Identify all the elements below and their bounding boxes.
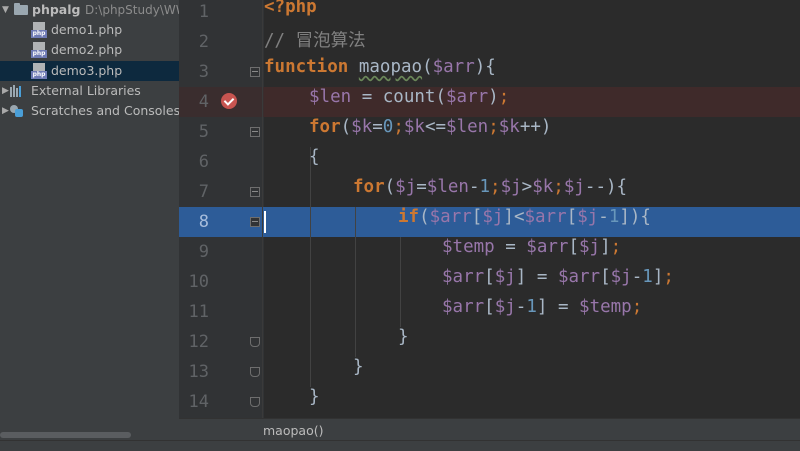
code-line-12: } (398, 327, 409, 347)
project-name: phpalg (32, 2, 81, 17)
scratches-icon (10, 105, 24, 117)
line-number: 1 (198, 2, 209, 22)
fold-close-icon[interactable] (250, 367, 260, 377)
line-number: 10 (188, 272, 209, 292)
fold-close-icon[interactable] (250, 397, 260, 407)
project-path: D:\phpStudy\WW (85, 3, 179, 17)
code-line-5: for($k=0;$k<=$len;$k++) (309, 117, 552, 137)
tool-window-strip (0, 440, 800, 451)
tree-file-demo1[interactable]: php demo1.php (0, 20, 179, 40)
file-label: demo1.php (51, 22, 123, 37)
code-line-11: $arr[$j-1] = $temp; (442, 297, 643, 317)
php-file-icon: php (31, 42, 47, 58)
fold-close-icon[interactable] (250, 337, 260, 347)
line-number: 14 (188, 392, 209, 412)
php-file-icon: php (31, 22, 47, 38)
tree-label: External Libraries (31, 83, 141, 98)
code-line-3: function maopao($arr){ (264, 57, 496, 77)
code-line-10: $arr[$j] = $arr[$j-1]; (442, 267, 674, 287)
gutter-separator (262, 0, 263, 418)
chevron-right-icon[interactable]: ▶ (2, 101, 9, 121)
line-number: 3 (198, 62, 209, 82)
code-line-6: { (309, 147, 320, 167)
project-scrollbar-thumb[interactable] (0, 432, 131, 438)
tree-external-libraries[interactable]: ▶ External Libraries (0, 81, 179, 101)
line-number: 2 (198, 32, 209, 52)
fold-open-icon[interactable] (250, 187, 260, 197)
line-number: 4 (198, 92, 209, 112)
text-caret (264, 211, 266, 233)
tree-label: Scratches and Consoles (31, 103, 179, 118)
folder-icon (14, 3, 28, 15)
code-line-9: $temp = $arr[$j]; (442, 237, 622, 257)
fold-open-icon[interactable] (250, 67, 260, 77)
code-line-7: for($j=$len-1;$j>$k;$j--){ (353, 177, 628, 197)
fold-open-icon[interactable] (250, 217, 260, 227)
file-label: demo3.php (51, 63, 123, 78)
breadcrumb: maopao() (179, 418, 800, 441)
code-line-2: // 冒泡算法 (264, 31, 366, 51)
code-line-14: } (309, 387, 320, 407)
project-panel: ▼ phpalg D:\phpStudy\WW php demo1.php ph… (0, 0, 179, 450)
line-number: 11 (188, 302, 209, 322)
chevron-right-icon[interactable]: ▶ (2, 81, 9, 101)
code-line-1: <?php (264, 0, 317, 17)
line-number: 8 (198, 212, 209, 232)
tree-file-demo2[interactable]: php demo2.php (0, 40, 179, 60)
code-line-13: } (353, 357, 364, 377)
library-icon (9, 85, 25, 97)
code-line-8: if($arr[$j]<$arr[$j-1]){ (398, 207, 651, 227)
breakpoint-icon[interactable] (221, 93, 237, 109)
line-number: 6 (198, 152, 209, 172)
tree-file-demo3[interactable]: php demo3.php (0, 61, 179, 81)
tree-scratches[interactable]: ▶ Scratches and Consoles (0, 101, 179, 121)
line-number: 5 (198, 122, 209, 142)
code-line-4: $len = count($arr); (309, 87, 510, 107)
file-label: demo2.php (51, 42, 123, 57)
line-number: 9 (198, 242, 209, 262)
line-number: 13 (188, 362, 209, 382)
line-number: 7 (198, 182, 209, 202)
chevron-down-icon[interactable]: ▼ (2, 0, 9, 20)
tree-root-phpalg[interactable]: ▼ phpalg D:\phpStudy\WW (0, 0, 179, 20)
line-number: 12 (188, 332, 209, 352)
php-file-icon: php (31, 63, 47, 79)
breadcrumb-item-maopao[interactable]: maopao() (263, 423, 323, 438)
fold-open-icon[interactable] (250, 127, 260, 137)
